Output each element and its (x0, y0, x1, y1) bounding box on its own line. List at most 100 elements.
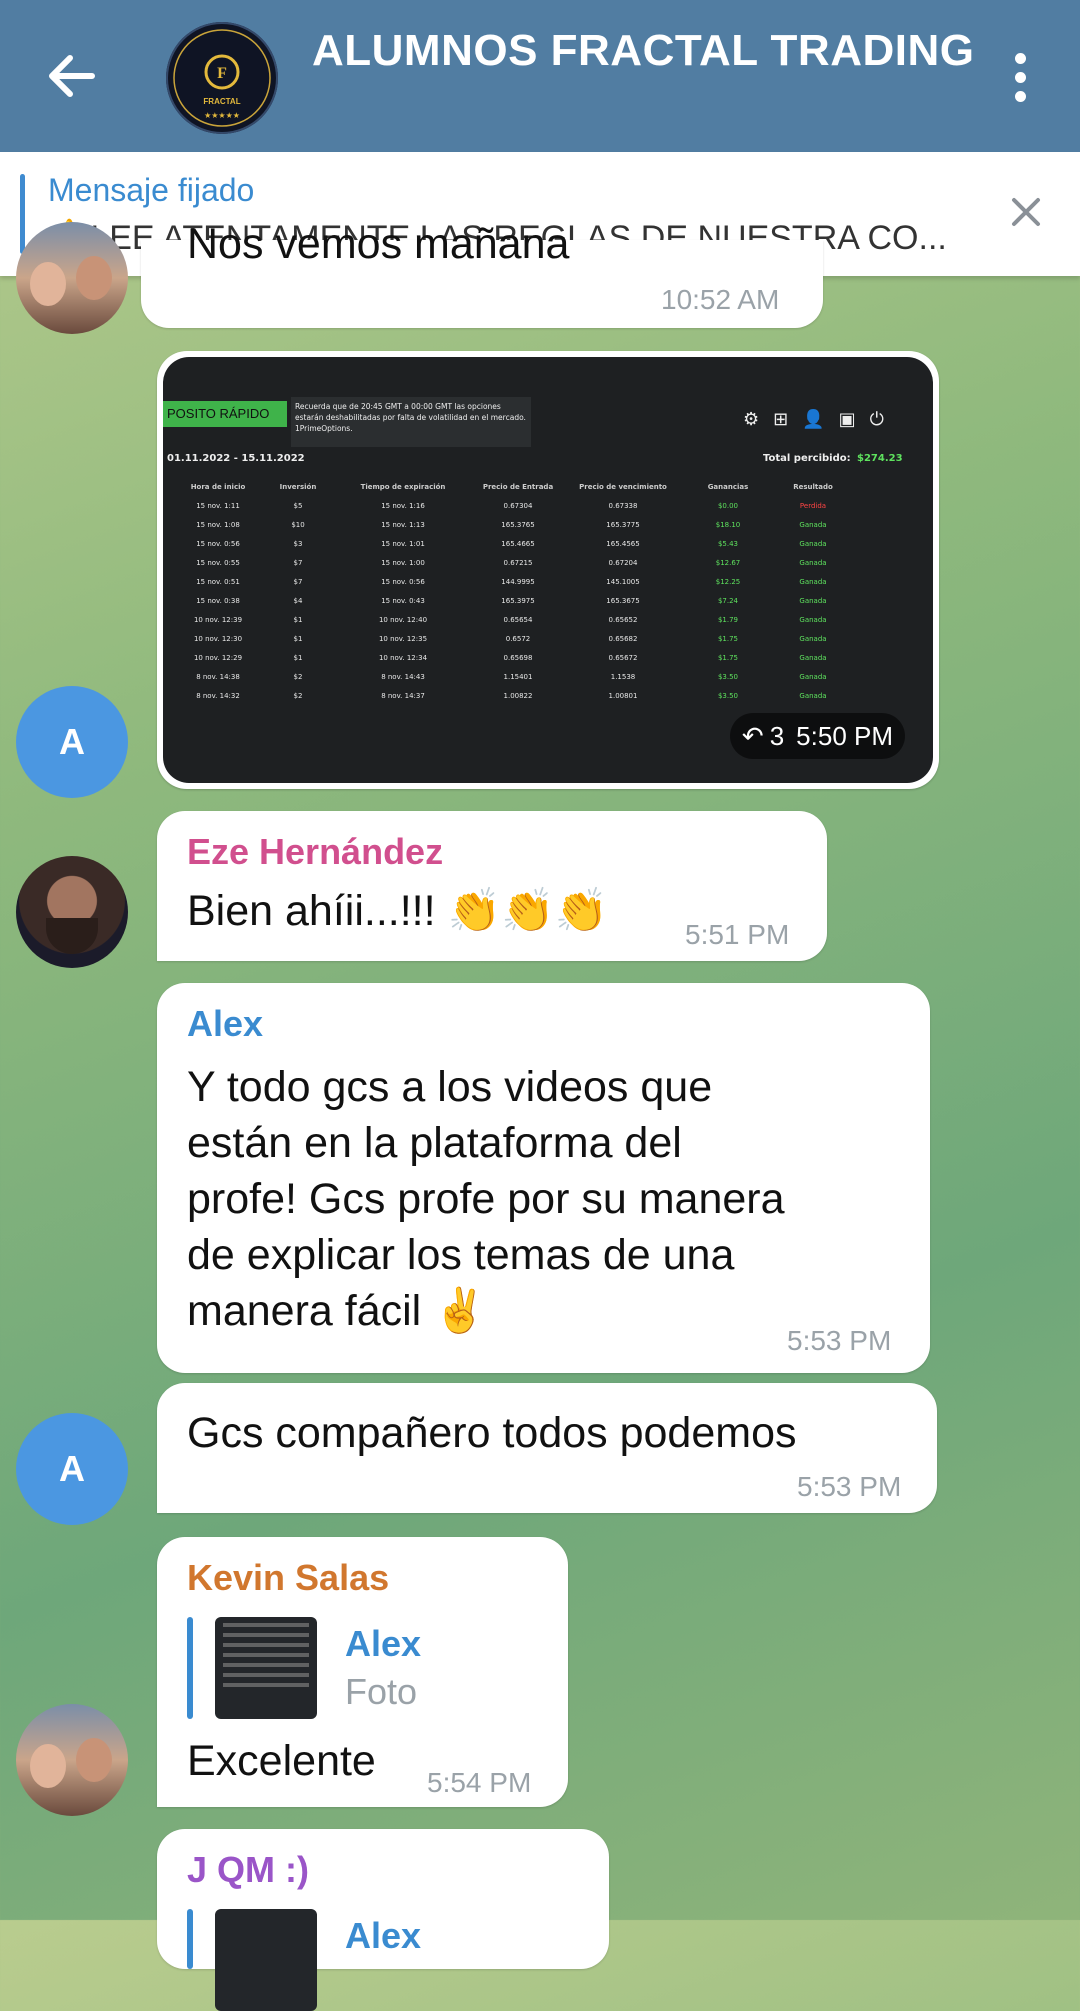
table-cell: $2 (293, 672, 303, 681)
table-cell: 8 nov. 14:38 (196, 672, 240, 681)
table-cell: 15 nov. 1:11 (196, 501, 240, 510)
table-cell: 165.3975 (501, 596, 535, 605)
sender-name[interactable]: Alex (187, 1003, 263, 1045)
table-cell: $5.43 (717, 539, 739, 548)
column-header: Tiempo de expiración (360, 482, 446, 491)
avatar-alex[interactable]: A (16, 686, 128, 798)
forward-count-pill[interactable]: ↶ 3 5:50 PM (729, 713, 905, 759)
message-bubble[interactable]: Alex Y todo gcs a los videos que están e… (157, 983, 930, 1373)
table-cell: Ganada (799, 558, 827, 567)
sender-name[interactable]: Eze Hernández (187, 831, 443, 873)
table-cell: Ganada (799, 691, 827, 700)
reply-preview[interactable]: Alex Foto (187, 1617, 547, 1719)
table-cell: $12.67 (715, 558, 741, 567)
table-cell: $3.50 (717, 672, 739, 681)
group-avatar[interactable]: F FRACTAL ★★★★★ (166, 22, 278, 134)
sender-name[interactable]: Kevin Salas (187, 1557, 389, 1599)
photo-message[interactable]: POSITO RÁPIDO Recuerda que de 20:45 GMT … (157, 351, 939, 789)
table-cell: $4 (293, 596, 303, 605)
message-bubble[interactable]: Gcs compañero todos podemos 5:53 PM (157, 1383, 937, 1513)
table-cell: 165.4565 (606, 539, 640, 548)
message-bubble[interactable]: Nos vemos mañana 10:52 AM (141, 220, 823, 328)
message-time: 5:53 PM (787, 1325, 892, 1356)
message-bubble[interactable]: Eze Hernández Bien ahíii...!!! 👏👏👏 5:51 … (157, 811, 827, 961)
message-text: Y todo gcs a los videos que están en la … (187, 1063, 785, 1335)
table-cell: Ganada (799, 539, 827, 548)
table-cell: $7 (293, 577, 303, 586)
table-cell: 15 nov. 0:43 (381, 596, 425, 605)
table-cell: 10 nov. 12:35 (378, 634, 428, 643)
table-cell: 15 nov. 0:56 (196, 539, 240, 548)
message-time: 10:52 AM (661, 284, 780, 315)
table-cell: 0.67304 (503, 501, 533, 510)
table-cell: 15 nov. 0:56 (381, 577, 425, 586)
message-time: 5:50 PM (796, 720, 893, 751)
table-cell: 15 nov. 0:38 (196, 596, 240, 605)
table-cell: 1.00801 (608, 691, 638, 700)
table-cell: $1.75 (717, 653, 739, 662)
table-row: 15 nov. 0:51 $7 15 nov. 0:56 144.9995 145.10… (173, 572, 913, 591)
avatar-kevin[interactable] (16, 1704, 128, 1816)
table-cell: Ganada (799, 596, 827, 605)
avatar-alex[interactable]: A (16, 1413, 128, 1525)
reply-name: Alex (345, 1623, 422, 1664)
message-text: Bien ahíii...!!! 👏👏👏 (187, 887, 609, 935)
table-row: 15 nov. 1:08 $10 15 nov. 1:13 165.3765 165.3… (173, 515, 913, 534)
table-cell: 0.65672 (608, 653, 638, 662)
forward-icon: ↶ (741, 720, 764, 751)
table-cell: Ganada (799, 520, 827, 529)
more-options-button[interactable] (1000, 50, 1040, 110)
table-cell: $12.25 (715, 577, 741, 586)
message-text: Nos vemos mañana (187, 220, 570, 268)
reply-preview[interactable]: Alex (187, 1909, 547, 2011)
table-cell: $10 (291, 520, 305, 529)
avatar-kevin[interactable] (16, 222, 128, 334)
table-cell: 8 nov. 14:43 (381, 672, 425, 681)
column-header: Precio de vencimiento (579, 482, 667, 491)
date-range: 01.11.2022 - 15.11.2022 (167, 453, 305, 464)
sender-name[interactable]: J QM :) (187, 1849, 309, 1891)
table-cell: 0.65652 (608, 615, 638, 624)
column-header: Precio de Entrada (482, 482, 554, 491)
forward-count: 3 (769, 720, 785, 751)
table-cell: 0.6572 (505, 634, 531, 643)
table-row: 15 nov. 1:11 $5 15 nov. 1:16 0.67304 0.67338… (173, 496, 913, 515)
table-cell: $3.50 (717, 691, 739, 700)
trades-table: Hora de inicio Inversión Tiempo de expirac… (173, 477, 913, 705)
column-header: Resultado (793, 482, 833, 491)
table-cell: $3 (293, 539, 303, 548)
close-pinned-button[interactable] (1008, 194, 1044, 234)
column-header: Hora de inicio (190, 482, 246, 491)
trading-history-photo[interactable]: POSITO RÁPIDO Recuerda que de 20:45 GMT … (163, 357, 933, 783)
arrow-left-icon (49, 55, 95, 97)
table-cell: 8 nov. 14:37 (381, 691, 425, 700)
table-cell: $1 (293, 634, 303, 643)
table-cell: Ganada (799, 577, 827, 586)
table-cell: 1.15401 (503, 672, 533, 681)
table-row: 15 nov. 0:55 $7 15 nov. 1:00 0.67215 0.67204… (173, 553, 913, 572)
message-bubble[interactable]: Kevin Salas Alex Foto Excelente 5:54 PM (157, 1537, 568, 1807)
table-cell: 0.65698 (503, 653, 533, 662)
table-cell: 10 nov. 12:30 (193, 634, 243, 643)
table-header-row: Hora de inicio Inversión Tiempo de expirac… (173, 477, 913, 496)
table-cell: 1.00822 (503, 691, 533, 700)
chat-title[interactable]: ALUMNOS FRACTAL TRADING (312, 26, 972, 76)
table-cell: 10 nov. 12:40 (378, 615, 428, 624)
chat-header: F FRACTAL ★★★★★ ALUMNOS FRACTAL TRADING (0, 0, 1080, 152)
column-header: Inversión (279, 482, 317, 491)
avatar-eze[interactable] (16, 856, 128, 968)
table-cell: 15 nov. 0:55 (196, 558, 240, 567)
table-cell: 0.67338 (608, 501, 638, 510)
back-button[interactable] (40, 44, 104, 108)
table-row: 15 nov. 0:56 $3 15 nov. 1:01 165.4665 165.45… (173, 534, 913, 553)
table-cell: 15 nov. 1:16 (381, 501, 425, 510)
table-cell: $1 (293, 653, 303, 662)
table-row: 10 nov. 12:39 $1 10 nov. 12:40 0.65654 0.656… (173, 610, 913, 629)
table-cell: Ganada (799, 672, 827, 681)
total-label: Total percibido: (763, 453, 851, 464)
table-cell: $5 (293, 501, 303, 510)
table-row: 8 nov. 14:32 $2 8 nov. 14:37 1.00822 1.00801… (173, 686, 913, 705)
total-value: $274.23 (857, 453, 903, 464)
message-bubble[interactable]: J QM :) Alex (157, 1829, 609, 2011)
pinned-title: Mensaje fijado (48, 172, 255, 208)
